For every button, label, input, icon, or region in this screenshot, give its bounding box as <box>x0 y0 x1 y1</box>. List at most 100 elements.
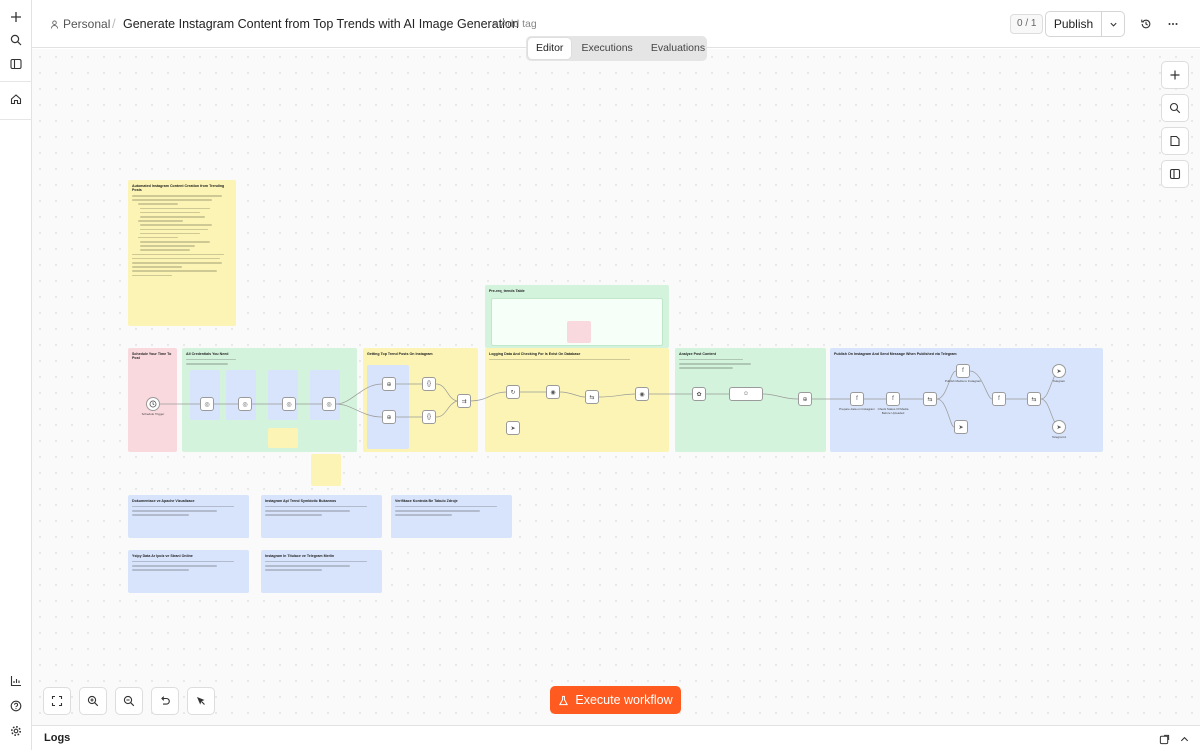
note-title: Dokumentace ve Apache Vizualizace <box>132 499 195 503</box>
pop-out-icon[interactable] <box>1156 731 1172 747</box>
project-name: Personal <box>63 17 111 31</box>
more-options-icon[interactable] <box>1165 16 1181 32</box>
sticky-note-docs[interactable]: Dokumentace ve Apache Vizualizace <box>128 495 249 538</box>
settings-gear-icon[interactable] <box>8 723 24 739</box>
sticky-note-docs[interactable]: Verifikace Kontrola Be Tabulo Zdroje <box>391 495 512 538</box>
credential-node[interactable]: ◎ <box>282 397 296 411</box>
publish-media-node[interactable]: f <box>956 364 970 378</box>
schedule-trigger-label: Schedule Trigger <box>141 412 165 416</box>
search-nodes-button[interactable] <box>1161 94 1189 122</box>
publish-options-chevron-down-icon[interactable] <box>1102 12 1124 36</box>
telegram-fail-node[interactable]: ➤ <box>954 420 968 434</box>
home-icon[interactable] <box>8 91 24 107</box>
globe-icon: ⊕ <box>802 396 808 403</box>
sticky-note-docs[interactable]: Ysipy Data Ar Ipolz ve Strani Online <box>128 550 249 593</box>
undo-button[interactable] <box>151 687 179 715</box>
facebook-icon: f <box>998 396 1000 402</box>
history-icon[interactable] <box>1138 16 1154 32</box>
database-icon: ◉ <box>550 389 556 396</box>
tab-executions[interactable]: Executions <box>573 38 640 59</box>
database-node[interactable]: ◉ <box>546 385 560 399</box>
help-icon[interactable] <box>8 698 24 714</box>
fit-view-button[interactable] <box>43 687 71 715</box>
openai-icon: ✿ <box>696 391 702 398</box>
facebook-icon: f <box>962 368 964 374</box>
workflow-canvas[interactable]: Automated Instagram Content Creation fro… <box>32 49 1200 725</box>
panel-icon <box>1169 168 1181 180</box>
prepare-instagram-label: Prepare data on Instagram <box>839 407 875 411</box>
merge-node[interactable]: ⇉ <box>457 394 471 408</box>
plus-icon <box>1170 70 1180 80</box>
telegram-icon: ◎ <box>286 401 292 408</box>
check-publish-node[interactable]: f <box>992 392 1006 406</box>
note-title: Instagram Api Trend Symbiotic Bukannos <box>265 499 337 503</box>
zoom-in-button[interactable] <box>79 687 107 715</box>
loop-icon: ↻ <box>510 389 516 396</box>
fit-view-icon <box>51 695 63 707</box>
note-title: Instagram In Titulace ve Telegram Merlin <box>265 554 335 558</box>
publish-button[interactable]: Publish <box>1046 12 1102 36</box>
execute-workflow-button[interactable]: Execute workflow <box>550 686 681 714</box>
branch-icon: ⇆ <box>927 396 933 403</box>
telegram-fail2-node[interactable]: ➤ <box>1052 420 1066 434</box>
code-node[interactable]: {} <box>422 377 436 391</box>
publish-media-label: Publish Media to Instagram <box>944 379 982 383</box>
flask-icon <box>559 695 569 705</box>
check-status-node[interactable]: f <box>886 392 900 406</box>
add-tag-button[interactable]: + Add tag <box>492 18 537 30</box>
chevron-up-icon[interactable] <box>1176 731 1192 747</box>
limit-node[interactable]: ➤ <box>506 421 520 435</box>
clock-icon <box>149 400 157 408</box>
code-node[interactable]: {} <box>422 410 436 424</box>
telegram-icon: ➤ <box>510 425 516 432</box>
credential-node[interactable]: ◎ <box>238 397 252 411</box>
prepare-instagram-node[interactable]: f <box>850 392 864 406</box>
add-sticky-note-button[interactable] <box>1161 127 1189 155</box>
add-node-button[interactable] <box>1161 61 1189 89</box>
http-request-node[interactable]: ⊕ <box>382 377 396 391</box>
telegram-icon: ➤ <box>1056 424 1062 431</box>
toggle-side-panel-button[interactable] <box>1161 160 1189 188</box>
search-icon[interactable] <box>8 32 24 48</box>
loop-node[interactable]: ↻ <box>506 385 520 399</box>
facebook-icon: f <box>856 396 858 402</box>
telegram-icon: ➤ <box>958 424 964 431</box>
database-insert-node[interactable]: ◉ <box>635 387 649 401</box>
left-rail <box>0 0 32 750</box>
schedule-trigger-node[interactable] <box>146 397 160 411</box>
globe-icon: ⊕ <box>386 414 392 421</box>
image-generation-node[interactable]: ⊕ <box>798 392 812 406</box>
user-icon <box>50 19 59 29</box>
add-icon[interactable] <box>8 9 24 25</box>
breadcrumb-project[interactable]: Personal <box>50 17 110 31</box>
workflow-editor: Personal / Generate Instagram Content fr… <box>0 0 1200 750</box>
logs-panel-bar[interactable]: Logs <box>32 725 1200 750</box>
branch-icon: ⇆ <box>589 394 595 401</box>
telegram-icon: ➤ <box>1056 368 1062 375</box>
tidy-up-button[interactable] <box>187 687 215 715</box>
api-icon: ◎ <box>326 401 332 408</box>
telegram-fail2-label: Telegram1 <box>1051 435 1066 439</box>
credential-node[interactable]: ◎ <box>322 397 336 411</box>
if-node[interactable]: ⇆ <box>585 390 599 404</box>
active-counter-badge: 0 / 1 <box>1010 14 1044 34</box>
insights-chart-icon[interactable] <box>8 673 24 689</box>
telegram-success-node[interactable]: ➤ <box>1052 364 1066 378</box>
sticky-note-docs[interactable]: Instagram In Titulace ve Telegram Merlin <box>261 550 382 593</box>
credential-node[interactable]: ◎ <box>200 397 214 411</box>
rail-divider <box>0 81 32 82</box>
workflow-title[interactable]: Generate Instagram Content from Top Tren… <box>123 17 519 31</box>
tab-editor[interactable]: Editor <box>528 38 572 59</box>
cursor-pointer-icon <box>197 697 205 705</box>
tab-evaluations[interactable]: Evaluations <box>643 38 713 59</box>
database-icon: ◉ <box>639 391 645 398</box>
http-request-node[interactable]: ⊕ <box>382 410 396 424</box>
openai-analyze-node[interactable]: ✿ <box>692 387 706 401</box>
if-status-node[interactable]: ⇆ <box>923 392 937 406</box>
ai-agent-node[interactable]: ☺ <box>729 387 763 401</box>
panel-toggle-icon[interactable] <box>8 56 24 72</box>
branch-icon: ⇆ <box>1031 396 1037 403</box>
sticky-note-docs[interactable]: Instagram Api Trend Symbiotic Bukannos <box>261 495 382 538</box>
zoom-out-button[interactable] <box>115 687 143 715</box>
if-published-node[interactable]: ⇆ <box>1027 392 1041 406</box>
